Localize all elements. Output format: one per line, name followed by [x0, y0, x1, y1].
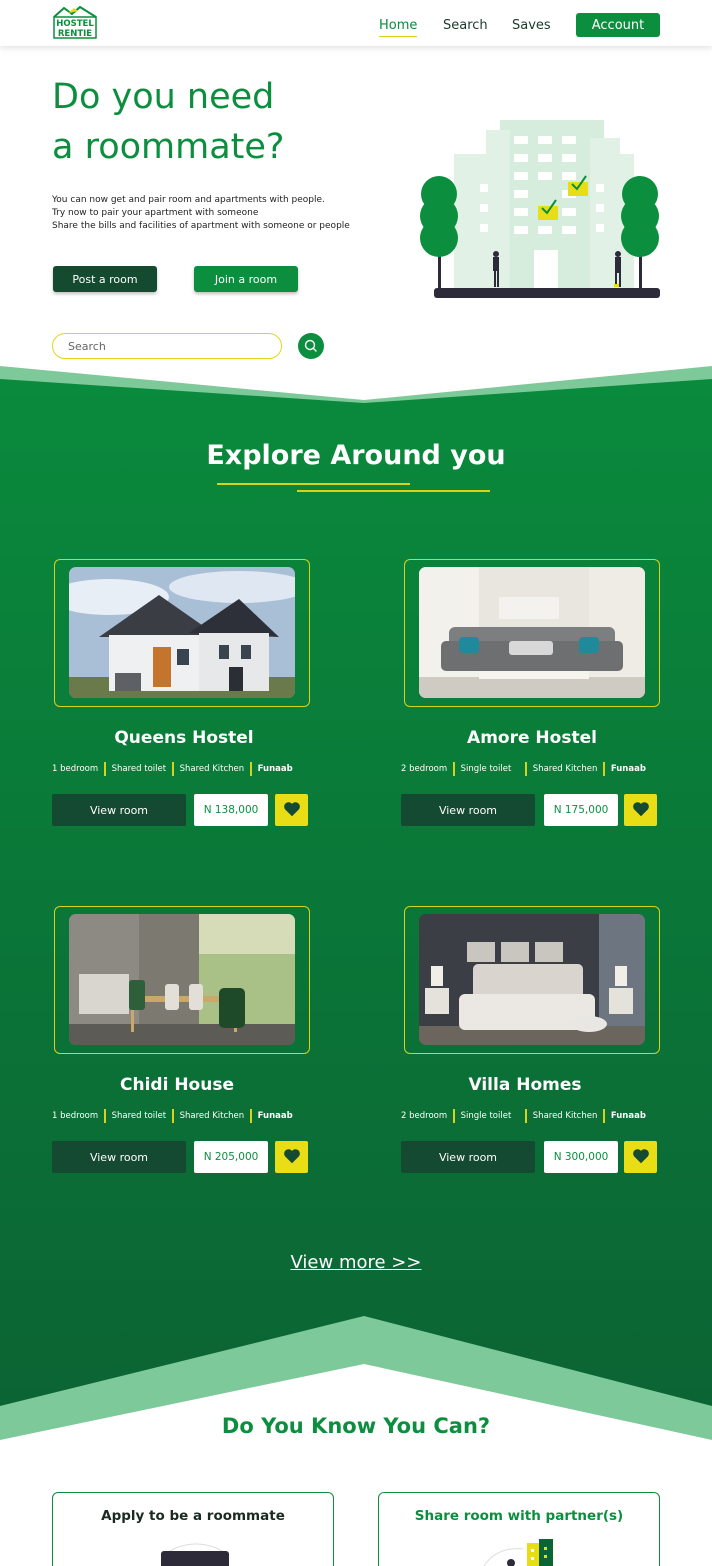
- join-room-button[interactable]: Join a room: [194, 266, 298, 292]
- laptop-icon: [161, 1543, 230, 1566]
- title-underline-2: [297, 490, 490, 492]
- view-room-button[interactable]: View room: [401, 794, 535, 826]
- feature-location: Funaab: [257, 1111, 293, 1121]
- heart-icon: [632, 1148, 649, 1163]
- building-share-icon: [483, 1539, 553, 1566]
- feature-kitchen: Shared Kitchen: [532, 764, 598, 774]
- nav-search[interactable]: Search: [443, 18, 488, 33]
- apartment-building-illustration: [420, 120, 660, 298]
- bedroom-photo[interactable]: [419, 914, 645, 1045]
- feature-bedrooms: 1 bedroom: [52, 764, 99, 774]
- feature-toilet: Single toilet: [460, 764, 512, 774]
- know-section-title: Do You Know You Can?: [221, 1414, 491, 1438]
- price-tag: N 175,000: [544, 794, 618, 826]
- view-room-button[interactable]: View room: [401, 1141, 535, 1173]
- share-room-card[interactable]: Share room with partner(s): [378, 1492, 660, 1566]
- listing-photo-frame: [54, 559, 310, 707]
- listing-features: 1 bedroom Shared toilet Shared Kitchen F…: [52, 762, 293, 776]
- heart-icon: [283, 1148, 300, 1163]
- feature-kitchen: Shared Kitchen: [179, 1111, 245, 1121]
- listing-name: Amore Hostel: [467, 728, 597, 748]
- feature-toilet: Single toilet: [460, 1111, 512, 1121]
- save-heart-button[interactable]: [275, 1141, 308, 1173]
- heart-icon: [283, 801, 300, 816]
- listing-photo-frame: [54, 906, 310, 1054]
- post-room-button[interactable]: Post a room: [53, 266, 157, 292]
- listing-name: Villa Homes: [468, 1075, 582, 1095]
- hero-desc-line1: You can now get and pair room and apartm…: [52, 195, 325, 205]
- search-icon: [304, 339, 317, 352]
- feature-location: Funaab: [257, 764, 293, 774]
- share-room-label: Share room with partner(s): [414, 1508, 624, 1524]
- hero-title-line2: a roommate?: [52, 127, 285, 167]
- account-button[interactable]: Account: [576, 13, 660, 37]
- apply-roommate-card[interactable]: Apply to be a roommate: [52, 1492, 334, 1566]
- hero-desc-line2: Try now to pair your apartment with some…: [52, 208, 259, 218]
- view-room-button[interactable]: View room: [52, 1141, 186, 1173]
- logo-line2: RENTIE: [58, 29, 92, 39]
- logo-line1: HOSTEL: [56, 19, 94, 29]
- page: HOSTEL RENTIE Home Search Saves Account …: [0, 0, 712, 1566]
- heart-icon: [632, 801, 649, 816]
- view-room-button[interactable]: View room: [52, 794, 186, 826]
- search-button[interactable]: [298, 333, 324, 359]
- listing-photo-frame: [404, 559, 660, 707]
- hostel-rentie-logo[interactable]: HOSTEL RENTIE: [52, 5, 98, 39]
- view-more-link[interactable]: View more >>: [0, 1252, 712, 1273]
- save-heart-button[interactable]: [275, 794, 308, 826]
- explore-section-background: [0, 366, 712, 1440]
- dining-room-photo[interactable]: [69, 914, 295, 1045]
- save-heart-button[interactable]: [624, 794, 657, 826]
- feature-location: Funaab: [610, 1111, 646, 1121]
- nav-home[interactable]: Home: [379, 18, 418, 37]
- listing-name: Chidi House: [120, 1075, 234, 1095]
- explore-title: Explore Around you: [206, 440, 506, 471]
- feature-bedrooms: 2 bedroom: [401, 764, 448, 774]
- feature-kitchen: Shared Kitchen: [532, 1111, 598, 1121]
- listing-features: 2 bedroom Single toilet Shared Kitchen F…: [401, 762, 646, 776]
- feature-toilet: Shared toilet: [111, 764, 167, 774]
- listing-features: 1 bedroom Shared toilet Shared Kitchen F…: [52, 1109, 293, 1123]
- living-room-photo[interactable]: [419, 567, 645, 698]
- feature-bedrooms: 1 bedroom: [52, 1111, 99, 1121]
- listing-name: Queens Hostel: [114, 728, 254, 748]
- hero-description: You can now get and pair room and apartm…: [52, 194, 392, 233]
- feature-toilet: Shared toilet: [111, 1111, 167, 1121]
- feature-bedrooms: 2 bedroom: [401, 1111, 448, 1121]
- price-tag: N 205,000: [194, 1141, 268, 1173]
- hero-desc-line3: Share the bills and facilities of apartm…: [52, 221, 350, 231]
- feature-kitchen: Shared Kitchen: [179, 764, 245, 774]
- price-tag: N 300,000: [544, 1141, 618, 1173]
- search-input[interactable]: [52, 333, 282, 359]
- house-exterior-photo[interactable]: [69, 567, 295, 698]
- hero-title-line1: Do you need: [52, 77, 275, 117]
- hero-title: Do you need a roommate?: [52, 72, 372, 172]
- listing-features: 2 bedroom Single toilet Shared Kitchen F…: [401, 1109, 646, 1123]
- title-underline-1: [217, 483, 410, 485]
- listing-photo-frame: [404, 906, 660, 1054]
- apply-roommate-label: Apply to be a roommate: [101, 1508, 285, 1524]
- nav-saves[interactable]: Saves: [512, 18, 551, 33]
- feature-location: Funaab: [610, 764, 646, 774]
- price-tag: N 138,000: [194, 794, 268, 826]
- save-heart-button[interactable]: [624, 1141, 657, 1173]
- top-nav-bar: HOSTEL RENTIE Home Search Saves Account: [0, 0, 712, 46]
